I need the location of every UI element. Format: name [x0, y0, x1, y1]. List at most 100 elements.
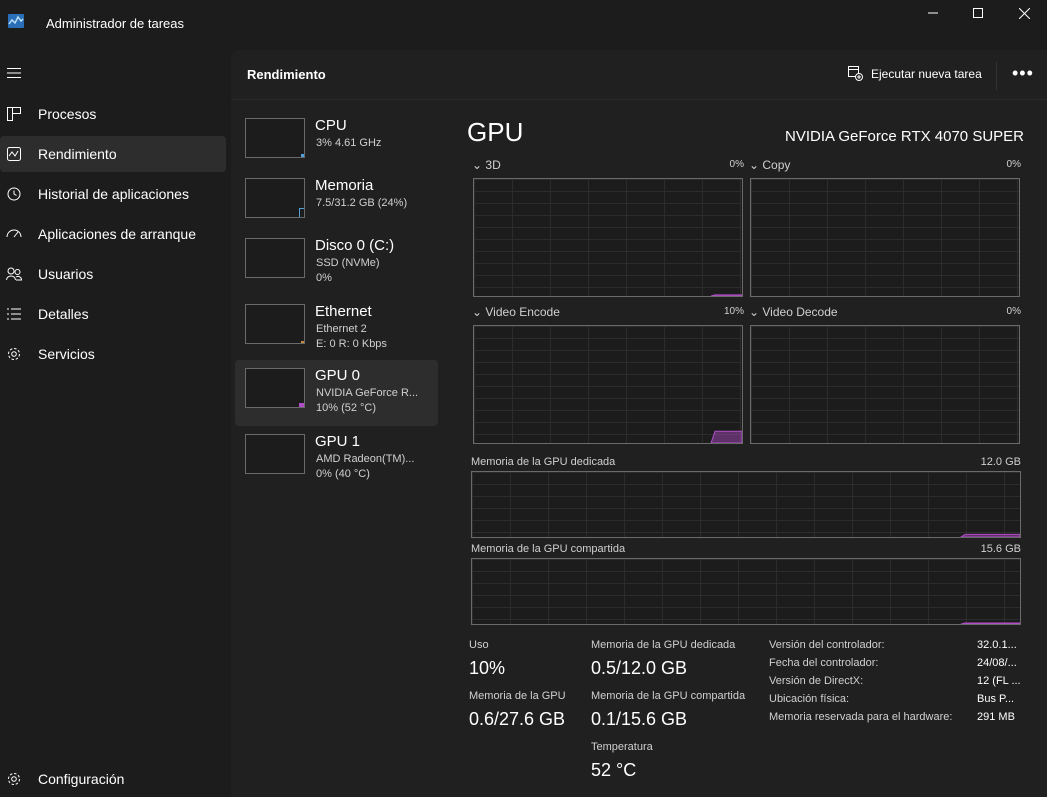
- device-thumbnail: [245, 304, 305, 344]
- device-name: Memoria: [315, 177, 374, 194]
- engine-graph-3d: [473, 178, 743, 297]
- info-key: Versión de DirectX:: [769, 675, 864, 687]
- chevron-down-icon: ⌄: [472, 305, 486, 319]
- engine-percent: 0%: [729, 159, 744, 170]
- device-detail: SSD (NVMe): [316, 257, 380, 269]
- usage-trace: [710, 294, 742, 296]
- sidebar-item-label: Procesos: [38, 106, 97, 122]
- sidebar-item-arranque[interactable]: Aplicaciones de arranque: [0, 216, 226, 252]
- device-name: GPU 0: [315, 367, 361, 384]
- maximize-button[interactable]: [955, 0, 1001, 26]
- engine-selector-video-decode[interactable]: ⌄ Video Decode: [749, 305, 838, 319]
- device-detail: 0% (40 °C): [316, 468, 370, 480]
- minimize-button[interactable]: [910, 0, 956, 26]
- device-ethernet[interactable]: Ethernet Ethernet 2 E: 0 R: 0 Kbps: [235, 296, 438, 362]
- processes-icon: [6, 106, 22, 122]
- device-disco[interactable]: Disco 0 (C:) SSD (NVMe) 0%: [235, 230, 438, 296]
- sidebar-item-procesos[interactable]: Procesos: [0, 96, 226, 132]
- run-task-icon: [848, 66, 863, 81]
- dedicated-memory-stat-value: 0.5/12.0 GB: [591, 658, 688, 678]
- engine-selector-3d[interactable]: ⌄ 3D: [472, 158, 501, 172]
- device-thumbnail: [245, 118, 305, 158]
- sidebar-item-label: Historial de aplicaciones: [38, 186, 189, 202]
- device-cpu[interactable]: CPU 3% 4.61 GHz: [235, 110, 438, 176]
- title-bar: Administrador de tareas: [0, 0, 1047, 48]
- more-options-button[interactable]: •••: [1012, 63, 1034, 84]
- usage-trace: [960, 533, 1020, 537]
- usage-area: [960, 622, 1020, 624]
- hamburger-icon[interactable]: [6, 65, 22, 81]
- chevron-down-icon: ⌄: [749, 158, 763, 172]
- page-header: Rendimiento Ejecutar nueva tarea •••: [231, 50, 1047, 100]
- gear-icon: [6, 771, 22, 787]
- device-thumbnail: [245, 434, 305, 474]
- device-memoria[interactable]: Memoria 7.5/31.2 GB (24%): [235, 170, 438, 236]
- device-name: Disco 0 (C:): [315, 237, 395, 254]
- sidebar-item-detalles[interactable]: Detalles: [0, 296, 226, 332]
- run-new-task-button[interactable]: Ejecutar nueva tarea: [848, 66, 982, 81]
- device-detail: E: 0 R: 0 Kbps: [316, 338, 387, 350]
- dedicated-memory-label: Memoria de la GPU dedicada: [471, 456, 616, 468]
- close-icon: [1018, 7, 1030, 19]
- device-gpu1[interactable]: GPU 1 AMD Radeon(TM)... 0% (40 °C): [235, 426, 438, 492]
- sidebar-item-label: Servicios: [38, 346, 95, 362]
- sidebar-item-rendimiento[interactable]: Rendimiento: [0, 136, 226, 172]
- engine-graph-video-encode: [473, 325, 743, 444]
- minimize-icon: [928, 12, 938, 14]
- chevron-down-icon: ⌄: [472, 158, 486, 172]
- usage-value: 10%: [469, 658, 506, 678]
- info-key: Versión del controlador:: [769, 639, 885, 651]
- engine-graph-video-decode: [750, 325, 1020, 444]
- gpu-model: NVIDIA GeForce RTX 4070 SUPER: [785, 128, 1024, 145]
- dedicated-memory-stat-label: Memoria de la GPU dedicada: [591, 639, 736, 651]
- startup-icon: [6, 226, 22, 242]
- engine-graph-copy: [750, 178, 1020, 297]
- engine-percent: 0%: [1006, 306, 1021, 317]
- usage-label: Uso: [469, 639, 489, 651]
- header-divider: [996, 62, 997, 90]
- sidebar-item-label: Aplicaciones de arranque: [38, 226, 196, 242]
- sidebar-item-label: Usuarios: [38, 266, 94, 282]
- engine-selector-video-encode[interactable]: ⌄ Video Encode: [472, 305, 560, 319]
- info-key: Fecha del controlador:: [769, 657, 879, 669]
- usage-trace: [960, 622, 1020, 624]
- shared-memory-graph: [471, 558, 1021, 625]
- users-icon: [6, 266, 22, 282]
- temperature-label: Temperatura: [591, 741, 653, 753]
- sidebar-item-configuracion[interactable]: Configuración: [0, 761, 226, 797]
- usage-area: [710, 430, 742, 443]
- chevron-down-icon: ⌄: [749, 305, 763, 319]
- device-detail: 7.5/31.2 GB (24%): [316, 197, 408, 209]
- device-thumbnail: [245, 368, 305, 408]
- engine-selector-copy[interactable]: ⌄ Copy: [749, 158, 790, 172]
- sidebar-item-usuarios[interactable]: Usuarios: [0, 256, 226, 292]
- device-detail: AMD Radeon(TM)...: [316, 453, 415, 465]
- details-icon: [6, 306, 22, 322]
- device-detail: NVIDIA GeForce R...: [316, 387, 419, 399]
- device-thumbnail: [245, 238, 305, 278]
- usage-trace: [710, 430, 742, 443]
- device-name: GPU 1: [315, 433, 361, 450]
- gpu-memory-label: Memoria de la GPU: [469, 690, 566, 702]
- close-button[interactable]: [1001, 0, 1047, 26]
- engine-percent: 10%: [723, 306, 744, 317]
- usage-area: [710, 294, 742, 296]
- sidebar-item-servicios[interactable]: Servicios: [0, 336, 226, 372]
- run-task-label: Ejecutar nueva tarea: [871, 66, 982, 81]
- device-detail: 3% 4.61 GHz: [316, 137, 382, 149]
- task-manager-icon: [8, 14, 24, 28]
- page-title: Rendimiento: [247, 67, 326, 82]
- services-icon: [6, 346, 22, 362]
- sidebar-item-historial[interactable]: Historial de aplicaciones: [0, 176, 226, 212]
- sidebar-item-label: Detalles: [38, 306, 89, 322]
- temperature-value: 52 °C: [591, 760, 637, 780]
- performance-panel: Rendimiento Ejecutar nueva tarea ••• CPU…: [231, 50, 1047, 797]
- usage-mark: [301, 154, 304, 157]
- shared-memory-label: Memoria de la GPU compartida: [471, 543, 626, 555]
- dedicated-memory-graph: [471, 471, 1021, 538]
- info-value: 24/08/...: [977, 657, 1017, 669]
- info-value: 291 MB: [977, 711, 1015, 723]
- sidebar-item-label: Configuración: [38, 771, 125, 787]
- usage-area: [960, 533, 1020, 537]
- device-gpu0[interactable]: GPU 0 NVIDIA GeForce R... 10% (52 °C): [235, 360, 438, 426]
